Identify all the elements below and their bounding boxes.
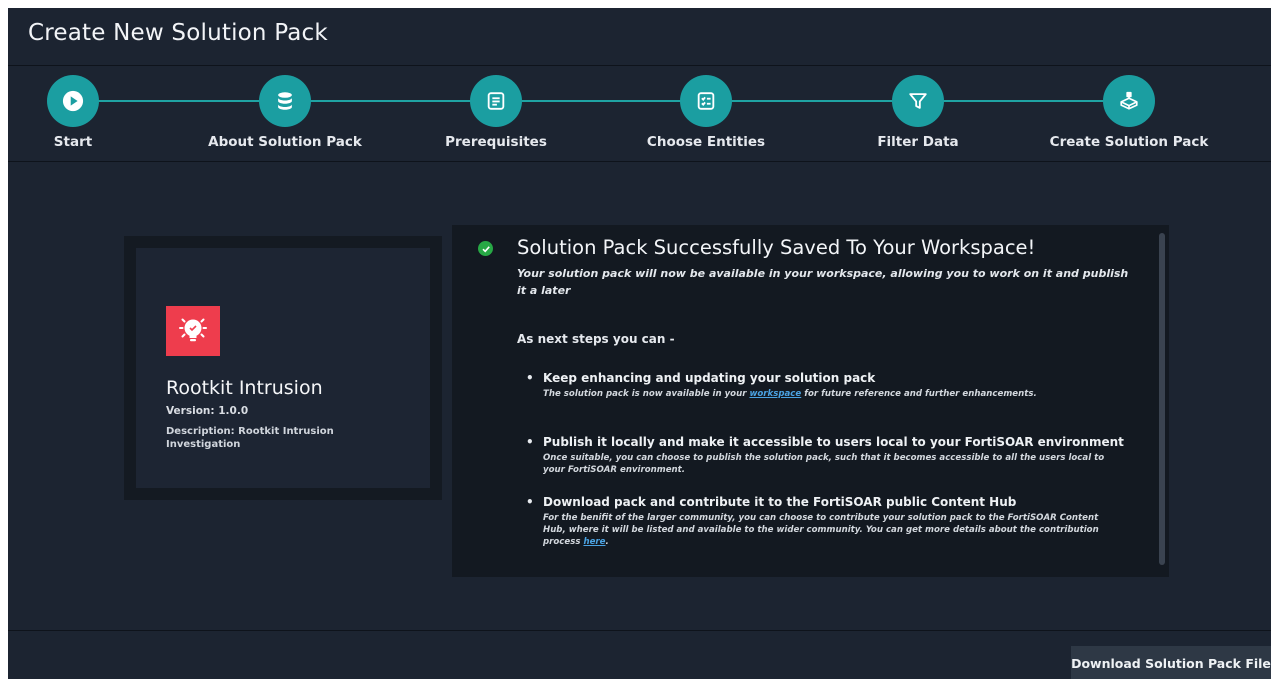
next-step-title: Keep enhancing and updating your solutio… — [543, 371, 876, 385]
solution-pack-card: Rootkit Intrusion Version: 1.0.0 Descrip… — [124, 236, 442, 500]
step-label: Prerequisites — [445, 134, 547, 150]
bullet: • — [526, 371, 534, 385]
next-step-description: Once suitable, you can choose to publish… — [543, 452, 1108, 476]
bullet: • — [526, 435, 534, 449]
download-solution-pack-button[interactable]: Download Solution Pack File — [1071, 646, 1271, 679]
success-panel: Solution Pack Successfully Saved To Your… — [452, 225, 1169, 577]
panel-scrollbar[interactable] — [1159, 233, 1165, 565]
description-text: The solution pack is now available in yo… — [543, 389, 750, 399]
play-icon — [47, 75, 99, 127]
pack-description: Description: Rootkit Intrusion Investiga… — [166, 426, 334, 450]
footer-bar: Download Solution Pack File — [8, 630, 1271, 679]
next-steps-heading: As next steps you can - — [517, 332, 675, 346]
check-circle-icon — [478, 241, 493, 256]
contribution-link[interactable]: here — [583, 537, 605, 547]
next-step-description: For the benifit of the larger community,… — [543, 512, 1108, 548]
main-content: Rootkit Intrusion Version: 1.0.0 Descrip… — [8, 163, 1271, 630]
step-label: Choose Entities — [646, 134, 766, 150]
pack-version: Version: 1.0.0 — [166, 405, 249, 417]
page-header: Create New Solution Pack — [8, 8, 1271, 66]
bullet: • — [526, 495, 534, 509]
list-icon — [470, 75, 522, 127]
success-subtitle: Your solution pack will now be available… — [517, 267, 1129, 297]
next-step-title: Download pack and contribute it to the F… — [543, 495, 1017, 509]
next-step-title: Publish it locally and make it accessibl… — [543, 435, 1124, 449]
success-title: Solution Pack Successfully Saved To Your… — [517, 236, 1036, 259]
lightbulb-icon — [166, 306, 220, 356]
pack-name: Rootkit Intrusion — [166, 377, 323, 399]
step-label: Create Solution Pack — [1049, 134, 1209, 150]
next-step-description: The solution pack is now available in yo… — [543, 388, 1108, 400]
solution-pack-card-body: Rootkit Intrusion Version: 1.0.0 Descrip… — [136, 248, 430, 488]
database-icon — [259, 75, 311, 127]
filter-icon — [892, 75, 944, 127]
workspace-link[interactable]: workspace — [749, 389, 801, 399]
checklist-icon — [680, 75, 732, 127]
step-label: Start — [53, 134, 93, 150]
description-text: for future reference and further enhance… — [801, 389, 1037, 399]
step-label: Filter Data — [877, 134, 959, 150]
description-text: Once suitable, you can choose to publish… — [543, 453, 1105, 475]
stepper-connector-line — [73, 100, 1133, 102]
app-window: Create New Solution Pack Start About Sol… — [8, 8, 1271, 679]
step-label: About Solution Pack — [208, 134, 362, 150]
wizard-stepper: Start About Solution Pack Prerequisites … — [8, 67, 1271, 162]
package-icon — [1103, 75, 1155, 127]
page-title: Create New Solution Pack — [28, 20, 328, 46]
description-text: . — [605, 537, 609, 547]
description-text: For the benifit of the larger community,… — [543, 513, 1099, 547]
